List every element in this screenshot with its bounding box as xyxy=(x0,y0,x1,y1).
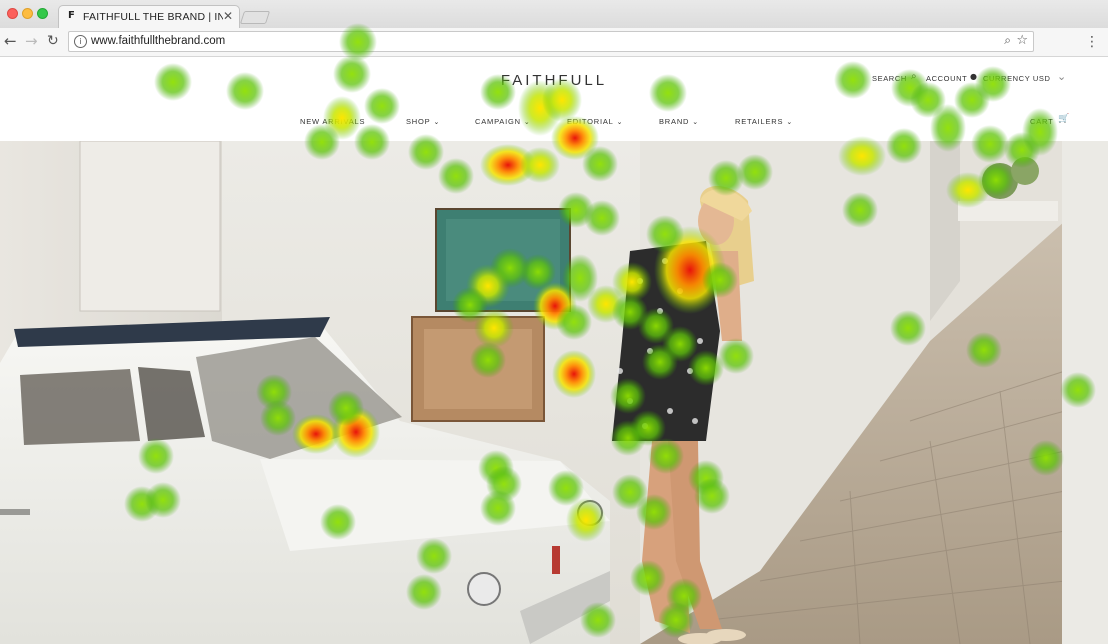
cart-link[interactable]: CART xyxy=(1030,117,1053,126)
hero-illustration xyxy=(0,141,1108,644)
browser-window: F FAITHFULL THE BRAND | INTE ✕ ← → ↻ i w… xyxy=(0,0,1108,644)
chevron-down-icon: ⌄ xyxy=(786,118,793,126)
nav-editorial[interactable]: EDITORIAL ⌄ xyxy=(567,117,623,126)
reload-icon[interactable]: ↻ xyxy=(47,33,59,49)
address-bar[interactable]: i www.faithfullthebrand.com ⌕ ☆ xyxy=(68,31,1034,52)
forward-arrow-icon[interactable]: → xyxy=(25,33,38,49)
zoom-icon[interactable]: ⌕ xyxy=(1004,33,1011,48)
star-icon[interactable]: ☆ xyxy=(1016,33,1028,48)
browser-tab-strip: F FAITHFULL THE BRAND | INTE ✕ xyxy=(0,0,1108,29)
nav-label: NEW ARRIVALS xyxy=(300,117,366,126)
hero-image[interactable] xyxy=(0,141,1108,644)
nav-brand[interactable]: BRAND ⌄ xyxy=(659,117,699,126)
nav-campaign[interactable]: CAMPAIGN ⌄ xyxy=(475,117,531,126)
browser-toolbar: ← → ↻ i www.faithfullthebrand.com ⌕ ☆ ⋮ xyxy=(0,28,1108,57)
chevron-down-icon: ⌄ xyxy=(616,118,624,126)
favicon-icon: F xyxy=(68,10,75,21)
close-window-button[interactable] xyxy=(7,8,18,19)
chevron-down-icon: ⌄ xyxy=(692,118,699,126)
chevron-down-icon: ⌄ xyxy=(523,118,531,126)
site-logo[interactable]: FAITHFULL xyxy=(454,72,654,89)
minimize-window-button[interactable] xyxy=(22,8,33,19)
back-arrow-icon[interactable]: ← xyxy=(4,33,17,49)
nav-new-arrivals[interactable]: NEW ARRIVALS xyxy=(300,117,365,126)
nav-retailers[interactable]: RETAILERS ⌄ xyxy=(735,117,793,126)
url-text[interactable]: www.faithfullthebrand.com xyxy=(91,35,225,47)
nav-label: BRAND xyxy=(659,117,690,126)
info-icon[interactable]: i xyxy=(74,35,87,48)
chevron-down-icon: ⌄ xyxy=(433,118,441,126)
browser-tab[interactable]: F FAITHFULL THE BRAND | INTE ✕ xyxy=(58,5,240,28)
menu-dots-icon[interactable]: ⋮ xyxy=(1085,34,1099,50)
currency-selector[interactable]: CURRENCY USD xyxy=(983,74,1051,83)
new-tab-button[interactable] xyxy=(239,11,271,24)
nav-label: EDITORIAL xyxy=(567,117,614,126)
nav-label: SHOP xyxy=(406,117,431,126)
account-link[interactable]: ACCOUNT xyxy=(926,74,967,83)
user-icon[interactable]: ● xyxy=(970,72,978,81)
site-header: FAITHFULL SEARCH ⌕ ACCOUNT ● CURRENCY US… xyxy=(0,57,1108,141)
nav-label: CAMPAIGN xyxy=(475,117,521,126)
close-tab-icon[interactable]: ✕ xyxy=(223,9,233,23)
search-icon[interactable]: ⌕ xyxy=(911,71,917,82)
cart-icon[interactable]: 🛒 xyxy=(1058,114,1069,124)
search-link[interactable]: SEARCH xyxy=(872,74,907,83)
tab-title: FAITHFULL THE BRAND | INTE xyxy=(83,11,223,23)
nav-label: RETAILERS xyxy=(735,117,784,126)
maximize-window-button[interactable] xyxy=(37,8,48,19)
chevron-down-icon[interactable]: ⌄ xyxy=(1057,70,1067,83)
web-page: FAITHFULL SEARCH ⌕ ACCOUNT ● CURRENCY US… xyxy=(0,57,1108,644)
nav-shop[interactable]: SHOP ⌄ xyxy=(406,117,440,126)
